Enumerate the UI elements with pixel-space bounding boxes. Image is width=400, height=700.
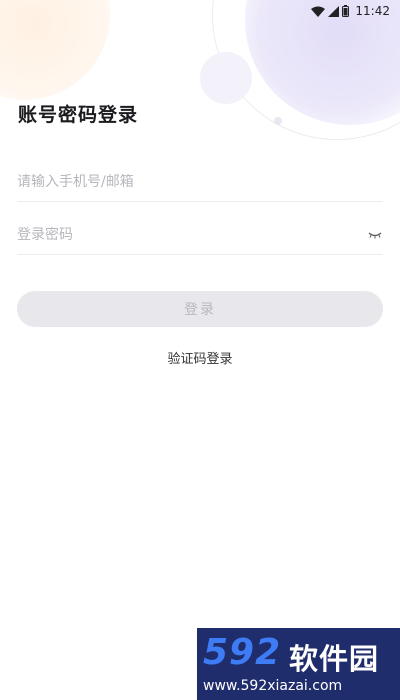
watermark-name: 软件园 [289, 642, 380, 676]
eye-closed-icon[interactable] [367, 227, 383, 243]
watermark-url: www.592xiazai.com [203, 678, 343, 694]
status-time: 11:42 [355, 4, 390, 18]
login-button[interactable]: 登录 [17, 291, 383, 327]
phone-email-field [17, 162, 383, 202]
watermark-logo: 592 [203, 632, 282, 673]
status-icons [311, 5, 350, 17]
password-field [17, 215, 383, 255]
battery-icon [342, 5, 350, 17]
site-watermark: 592 软件园 www.592xiazai.com [197, 628, 400, 700]
page-title: 账号密码登录 [18, 104, 139, 126]
phone-email-input[interactable] [17, 173, 383, 190]
decor-orbit-dot [274, 117, 282, 125]
cell-signal-icon [328, 5, 340, 17]
sms-code-login-link[interactable]: 验证码登录 [0, 348, 400, 367]
password-input[interactable] [17, 226, 383, 243]
status-bar: 11:42 [0, 0, 400, 22]
wifi-icon [311, 6, 326, 17]
decor-small-circle [200, 52, 252, 104]
